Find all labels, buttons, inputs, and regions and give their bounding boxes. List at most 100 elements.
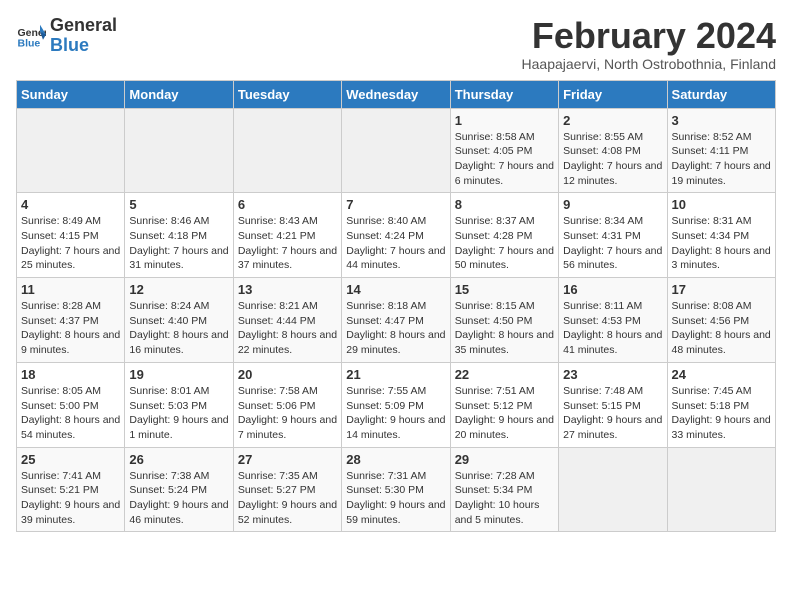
day-number: 25	[21, 452, 120, 467]
day-info: Sunrise: 7:41 AM Sunset: 5:21 PM Dayligh…	[21, 469, 120, 528]
calendar-cell: 10 Sunrise: 8:31 AM Sunset: 4:34 PM Dayli…	[667, 193, 775, 278]
day-number: 23	[563, 367, 662, 382]
day-number: 8	[455, 197, 554, 212]
day-number: 12	[129, 282, 228, 297]
calendar-week-row: 18Sunrise: 8:05 AM Sunset: 5:00 PM Dayli…	[17, 362, 776, 447]
calendar-cell: 3 Sunrise: 8:52 AM Sunset: 4:11 PM Daylig…	[667, 108, 775, 193]
calendar-body: 1 Sunrise: 8:58 AM Sunset: 4:05 PM Daylig…	[17, 108, 776, 532]
day-info: Sunrise: 7:35 AM Sunset: 5:27 PM Dayligh…	[238, 469, 337, 528]
calendar-cell: 6Sunrise: 8:43 AM Sunset: 4:21 PM Daylig…	[233, 193, 341, 278]
calendar-cell: 18Sunrise: 8:05 AM Sunset: 5:00 PM Dayli…	[17, 362, 125, 447]
calendar-cell	[342, 108, 450, 193]
weekday-header-friday: Friday	[559, 80, 667, 108]
calendar-cell: 8 Sunrise: 8:37 AM Sunset: 4:28 PM Daylig…	[450, 193, 558, 278]
day-info: Sunrise: 8:28 AM Sunset: 4:37 PM Dayligh…	[21, 299, 120, 358]
calendar-cell: 11 Sunrise: 8:28 AM Sunset: 4:37 PM Dayli…	[17, 278, 125, 363]
calendar-cell: 23 Sunrise: 7:48 AM Sunset: 5:15 PM Dayli…	[559, 362, 667, 447]
weekday-header-saturday: Saturday	[667, 80, 775, 108]
day-info: Sunrise: 8:37 AM Sunset: 4:28 PM Dayligh…	[455, 214, 554, 273]
weekday-header-row: SundayMondayTuesdayWednesdayThursdayFrid…	[17, 80, 776, 108]
calendar-cell: 12Sunrise: 8:24 AM Sunset: 4:40 PM Dayli…	[125, 278, 233, 363]
calendar-cell	[559, 447, 667, 532]
day-number: 7	[346, 197, 445, 212]
calendar-week-row: 11 Sunrise: 8:28 AM Sunset: 4:37 PM Dayli…	[17, 278, 776, 363]
day-info: Sunrise: 8:11 AM Sunset: 4:53 PM Dayligh…	[563, 299, 662, 358]
day-info: Sunrise: 8:01 AM Sunset: 5:03 PM Dayligh…	[129, 384, 228, 443]
calendar-cell: 24 Sunrise: 7:45 AM Sunset: 5:18 PM Dayli…	[667, 362, 775, 447]
day-number: 6	[238, 197, 337, 212]
calendar-cell	[667, 447, 775, 532]
logo-blue: Blue	[50, 36, 117, 56]
day-info: Sunrise: 8:21 AM Sunset: 4:44 PM Dayligh…	[238, 299, 337, 358]
day-number: 3	[672, 113, 771, 128]
day-info: Sunrise: 8:49 AM Sunset: 4:15 PM Dayligh…	[21, 214, 120, 273]
day-number: 29	[455, 452, 554, 467]
calendar-table: SundayMondayTuesdayWednesdayThursdayFrid…	[16, 80, 776, 533]
weekday-header-monday: Monday	[125, 80, 233, 108]
calendar-cell: 16 Sunrise: 8:11 AM Sunset: 4:53 PM Dayli…	[559, 278, 667, 363]
calendar-week-row: 25 Sunrise: 7:41 AM Sunset: 5:21 PM Dayli…	[17, 447, 776, 532]
day-number: 24	[672, 367, 771, 382]
day-number: 18	[21, 367, 120, 382]
logo: General Blue General Blue	[16, 16, 117, 56]
day-info: Sunrise: 8:52 AM Sunset: 4:11 PM Dayligh…	[672, 130, 771, 189]
calendar-cell: 4Sunrise: 8:49 AM Sunset: 4:15 PM Daylig…	[17, 193, 125, 278]
day-number: 27	[238, 452, 337, 467]
calendar-cell	[125, 108, 233, 193]
day-number: 26	[129, 452, 228, 467]
day-number: 5	[129, 197, 228, 212]
day-number: 15	[455, 282, 554, 297]
calendar-cell: 9 Sunrise: 8:34 AM Sunset: 4:31 PM Daylig…	[559, 193, 667, 278]
day-info: Sunrise: 8:08 AM Sunset: 4:56 PM Dayligh…	[672, 299, 771, 358]
day-info: Sunrise: 8:58 AM Sunset: 4:05 PM Dayligh…	[455, 130, 554, 189]
weekday-header-tuesday: Tuesday	[233, 80, 341, 108]
day-info: Sunrise: 7:38 AM Sunset: 5:24 PM Dayligh…	[129, 469, 228, 528]
subtitle: Haapajaervi, North Ostrobothnia, Finland	[522, 56, 776, 72]
calendar-cell: 27 Sunrise: 7:35 AM Sunset: 5:27 PM Dayli…	[233, 447, 341, 532]
day-info: Sunrise: 8:31 AM Sunset: 4:34 PM Dayligh…	[672, 214, 771, 273]
logo-icon: General Blue	[16, 21, 46, 51]
day-number: 21	[346, 367, 445, 382]
day-info: Sunrise: 7:48 AM Sunset: 5:15 PM Dayligh…	[563, 384, 662, 443]
day-info: Sunrise: 8:34 AM Sunset: 4:31 PM Dayligh…	[563, 214, 662, 273]
day-info: Sunrise: 7:31 AM Sunset: 5:30 PM Dayligh…	[346, 469, 445, 528]
calendar-cell: 14Sunrise: 8:18 AM Sunset: 4:47 PM Dayli…	[342, 278, 450, 363]
svg-text:Blue: Blue	[18, 37, 41, 49]
calendar-cell: 25 Sunrise: 7:41 AM Sunset: 5:21 PM Dayli…	[17, 447, 125, 532]
calendar-cell: 19 Sunrise: 8:01 AM Sunset: 5:03 PM Dayli…	[125, 362, 233, 447]
day-number: 9	[563, 197, 662, 212]
calendar-cell: 17 Sunrise: 8:08 AM Sunset: 4:56 PM Dayli…	[667, 278, 775, 363]
calendar-cell: 20Sunrise: 7:58 AM Sunset: 5:06 PM Dayli…	[233, 362, 341, 447]
day-info: Sunrise: 7:28 AM Sunset: 5:34 PM Dayligh…	[455, 469, 554, 528]
calendar-cell: 2Sunrise: 8:55 AM Sunset: 4:08 PM Daylig…	[559, 108, 667, 193]
calendar-cell	[233, 108, 341, 193]
day-number: 16	[563, 282, 662, 297]
calendar-cell: 15Sunrise: 8:15 AM Sunset: 4:50 PM Dayli…	[450, 278, 558, 363]
title-section: February 2024 Haapajaervi, North Ostrobo…	[522, 16, 776, 72]
calendar-cell: 26 Sunrise: 7:38 AM Sunset: 5:24 PM Dayli…	[125, 447, 233, 532]
day-info: Sunrise: 8:18 AM Sunset: 4:47 PM Dayligh…	[346, 299, 445, 358]
calendar-week-row: 4Sunrise: 8:49 AM Sunset: 4:15 PM Daylig…	[17, 193, 776, 278]
day-number: 17	[672, 282, 771, 297]
day-info: Sunrise: 7:45 AM Sunset: 5:18 PM Dayligh…	[672, 384, 771, 443]
day-info: Sunrise: 7:51 AM Sunset: 5:12 PM Dayligh…	[455, 384, 554, 443]
calendar-cell: 22 Sunrise: 7:51 AM Sunset: 5:12 PM Dayli…	[450, 362, 558, 447]
day-number: 19	[129, 367, 228, 382]
day-number: 11	[21, 282, 120, 297]
calendar-cell: 7 Sunrise: 8:40 AM Sunset: 4:24 PM Daylig…	[342, 193, 450, 278]
day-info: Sunrise: 8:40 AM Sunset: 4:24 PM Dayligh…	[346, 214, 445, 273]
logo-general: General	[50, 16, 117, 36]
calendar-cell: 13 Sunrise: 8:21 AM Sunset: 4:44 PM Dayli…	[233, 278, 341, 363]
page-header: General Blue General Blue February 2024 …	[16, 16, 776, 72]
day-info: Sunrise: 7:58 AM Sunset: 5:06 PM Dayligh…	[238, 384, 337, 443]
day-number: 28	[346, 452, 445, 467]
weekday-header-wednesday: Wednesday	[342, 80, 450, 108]
calendar-cell: 5Sunrise: 8:46 AM Sunset: 4:18 PM Daylig…	[125, 193, 233, 278]
day-info: Sunrise: 7:55 AM Sunset: 5:09 PM Dayligh…	[346, 384, 445, 443]
day-number: 10	[672, 197, 771, 212]
main-title: February 2024	[522, 16, 776, 56]
day-number: 13	[238, 282, 337, 297]
calendar-cell	[17, 108, 125, 193]
day-number: 1	[455, 113, 554, 128]
day-number: 22	[455, 367, 554, 382]
